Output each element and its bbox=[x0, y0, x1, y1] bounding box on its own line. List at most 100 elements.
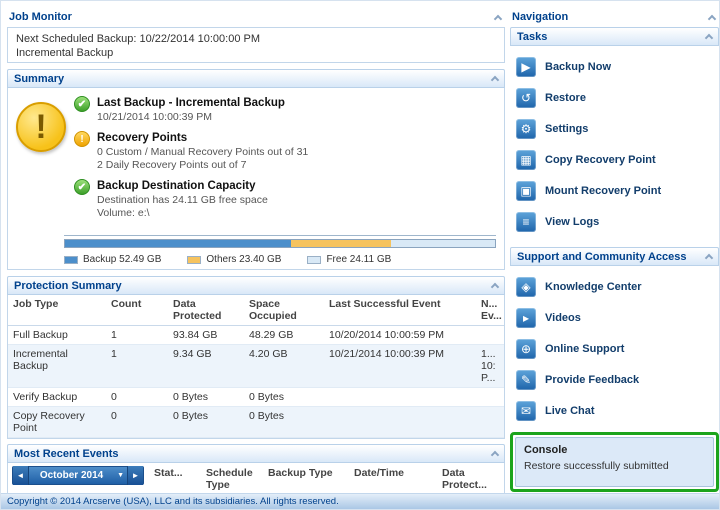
summary-item-line: 10/21/2014 10:00:39 PM bbox=[97, 111, 285, 124]
task-mount-recovery-point[interactable]: ▣ Mount Recovery Point bbox=[512, 175, 717, 206]
cell-space-occupied: 48.29 GB bbox=[244, 326, 324, 345]
console-message: Restore successfully submitted bbox=[524, 460, 705, 472]
most-recent-events-panel: ◄ October 2014 ▼ ► Stat... Schedule Type… bbox=[7, 463, 505, 494]
capacity-bar bbox=[64, 239, 496, 248]
collapse-navigation-icon[interactable] bbox=[708, 14, 716, 22]
col-data-protected: Data Protected bbox=[168, 295, 244, 326]
collapse-events-icon[interactable] bbox=[491, 451, 499, 459]
month-label[interactable]: October 2014 bbox=[29, 470, 114, 481]
cell-job-type: Verify Backup bbox=[8, 388, 106, 407]
most-recent-events-header[interactable]: Most Recent Events bbox=[7, 444, 505, 463]
tasks-list: ▶ Backup Now ↺ Restore ⚙ Settings ▦ Copy… bbox=[510, 46, 719, 237]
cell-data-protected: 93.84 GB bbox=[168, 326, 244, 345]
cell-next-event bbox=[476, 388, 504, 407]
job-monitor-title: Job Monitor bbox=[9, 11, 72, 23]
collapse-protection-summary-icon[interactable] bbox=[491, 283, 499, 291]
cell-space-occupied: 0 Bytes bbox=[244, 407, 324, 438]
table-row: Copy Recovery Point 0 0 Bytes 0 Bytes bbox=[8, 407, 504, 438]
summary-item-line: Volume: e:\ bbox=[97, 207, 268, 220]
cell-last-event bbox=[324, 388, 476, 407]
videos-icon: ▸ bbox=[516, 308, 536, 328]
provide-feedback-icon: ✎ bbox=[516, 370, 536, 390]
support-videos[interactable]: ▸ Videos bbox=[512, 302, 717, 333]
col-last-successful-event: Last Successful Event bbox=[324, 295, 476, 326]
next-month-button[interactable]: ► bbox=[127, 466, 143, 485]
summary-item-last-backup: ✔ Last Backup - Incremental Backup 10/21… bbox=[74, 96, 498, 124]
legend-free: Free 24.11 GB bbox=[307, 254, 391, 265]
collapse-tasks-icon[interactable] bbox=[705, 34, 713, 42]
restore-icon: ↺ bbox=[516, 88, 536, 108]
next-scheduled-backup-text: Next Scheduled Backup: 10/22/2014 10:00:… bbox=[16, 32, 496, 46]
summary-item-title: Recovery Points bbox=[97, 131, 308, 146]
legend-swatch-free bbox=[307, 256, 321, 264]
capacity-legend: Backup 52.49 GB Others 23.40 GB Free 24.… bbox=[64, 254, 496, 265]
task-label: View Logs bbox=[545, 216, 599, 228]
task-copy-recovery-point[interactable]: ▦ Copy Recovery Point bbox=[512, 144, 717, 175]
summary-item-destination-capacity: ✔ Backup Destination Capacity Destinatio… bbox=[74, 179, 498, 220]
copyright-footer: Copyright © 2014 Arcserve (USA), LLC and… bbox=[1, 493, 720, 509]
task-backup-now[interactable]: ▶ Backup Now bbox=[512, 51, 717, 82]
collapse-support-icon[interactable] bbox=[705, 254, 713, 262]
task-restore[interactable]: ↺ Restore bbox=[512, 82, 717, 113]
capacity-segment-others bbox=[291, 240, 392, 247]
cell-last-event bbox=[324, 407, 476, 438]
task-settings[interactable]: ⚙ Settings bbox=[512, 113, 717, 144]
copyright-text: Copyright © 2014 Arcserve (USA), LLC and… bbox=[7, 496, 339, 507]
cell-next-event: 1... 10: P... bbox=[476, 345, 504, 388]
month-selector[interactable]: ◄ October 2014 ▼ ► bbox=[12, 466, 144, 485]
summary-item-line: Destination has 24.11 GB free space bbox=[97, 194, 268, 207]
prev-month-button[interactable]: ◄ bbox=[13, 466, 29, 485]
task-view-logs[interactable]: ≡ View Logs bbox=[512, 206, 717, 237]
capacity-segment-free bbox=[391, 240, 495, 247]
collapse-summary-icon[interactable] bbox=[491, 76, 499, 84]
navigation-header[interactable]: Navigation bbox=[510, 7, 719, 27]
support-label: Knowledge Center bbox=[545, 281, 642, 293]
success-icon: ✔ bbox=[74, 96, 90, 112]
arcserve-agent-window: Job Monitor Next Scheduled Backup: 10/22… bbox=[0, 0, 720, 510]
support-provide-feedback[interactable]: ✎ Provide Feedback bbox=[512, 364, 717, 395]
month-dropdown-caret-icon[interactable]: ▼ bbox=[114, 472, 127, 479]
col-status: Stat... bbox=[154, 467, 206, 491]
console-highlight-box: Console Restore successfully submitted bbox=[510, 432, 719, 492]
support-online-support[interactable]: ⊕ Online Support bbox=[512, 333, 717, 364]
backup-now-icon: ▶ bbox=[516, 57, 536, 77]
col-data-protected: Data Protect... bbox=[442, 467, 500, 491]
task-label: Copy Recovery Point bbox=[545, 154, 656, 166]
summary-item-recovery-points: ! Recovery Points 0 Custom / Manual Reco… bbox=[74, 131, 498, 172]
support-header[interactable]: Support and Community Access bbox=[510, 247, 719, 266]
col-date-time: Date/Time bbox=[354, 467, 442, 491]
mount-recovery-point-icon: ▣ bbox=[516, 181, 536, 201]
summary-item-line: 0 Custom / Manual Recovery Points out of… bbox=[97, 146, 308, 159]
col-schedule-type: Schedule Type bbox=[206, 467, 268, 491]
settings-icon: ⚙ bbox=[516, 119, 536, 139]
cell-space-occupied: 0 Bytes bbox=[244, 388, 324, 407]
warning-icon: ! bbox=[74, 131, 90, 147]
protection-summary-header[interactable]: Protection Summary bbox=[7, 276, 505, 295]
overall-warning-icon: ! bbox=[16, 102, 66, 152]
cell-count: 0 bbox=[106, 388, 168, 407]
job-monitor-header[interactable]: Job Monitor bbox=[7, 7, 505, 27]
tasks-header[interactable]: Tasks bbox=[510, 27, 719, 46]
collapse-job-monitor-icon[interactable] bbox=[494, 14, 502, 22]
legend-others: Others 23.40 GB bbox=[187, 254, 281, 265]
legend-label: Backup 52.49 GB bbox=[83, 254, 161, 265]
support-knowledge-center[interactable]: ◈ Knowledge Center bbox=[512, 271, 717, 302]
support-live-chat[interactable]: ✉ Live Chat bbox=[512, 395, 717, 426]
cell-job-type: Full Backup bbox=[8, 326, 106, 345]
cell-count: 0 bbox=[106, 407, 168, 438]
cell-job-type: Incremental Backup bbox=[8, 345, 106, 388]
legend-label: Free 24.11 GB bbox=[326, 254, 391, 265]
knowledge-center-icon: ◈ bbox=[516, 277, 536, 297]
task-label: Mount Recovery Point bbox=[545, 185, 661, 197]
task-label: Restore bbox=[545, 92, 586, 104]
col-backup-type: Backup Type bbox=[268, 467, 354, 491]
summary-header[interactable]: Summary bbox=[7, 69, 505, 88]
next-backup-type-text: Incremental Backup bbox=[16, 46, 496, 60]
summary-panel: ! ✔ Last Backup - Incremental Backup 10/… bbox=[7, 88, 505, 270]
cell-data-protected: 0 Bytes bbox=[168, 407, 244, 438]
summary-item-line: 2 Daily Recovery Points out of 7 bbox=[97, 159, 308, 172]
table-row: Full Backup 1 93.84 GB 48.29 GB 10/20/20… bbox=[8, 326, 504, 345]
support-label: Live Chat bbox=[545, 405, 595, 417]
copy-recovery-point-icon: ▦ bbox=[516, 150, 536, 170]
summary-item-title: Last Backup - Incremental Backup bbox=[97, 96, 285, 111]
